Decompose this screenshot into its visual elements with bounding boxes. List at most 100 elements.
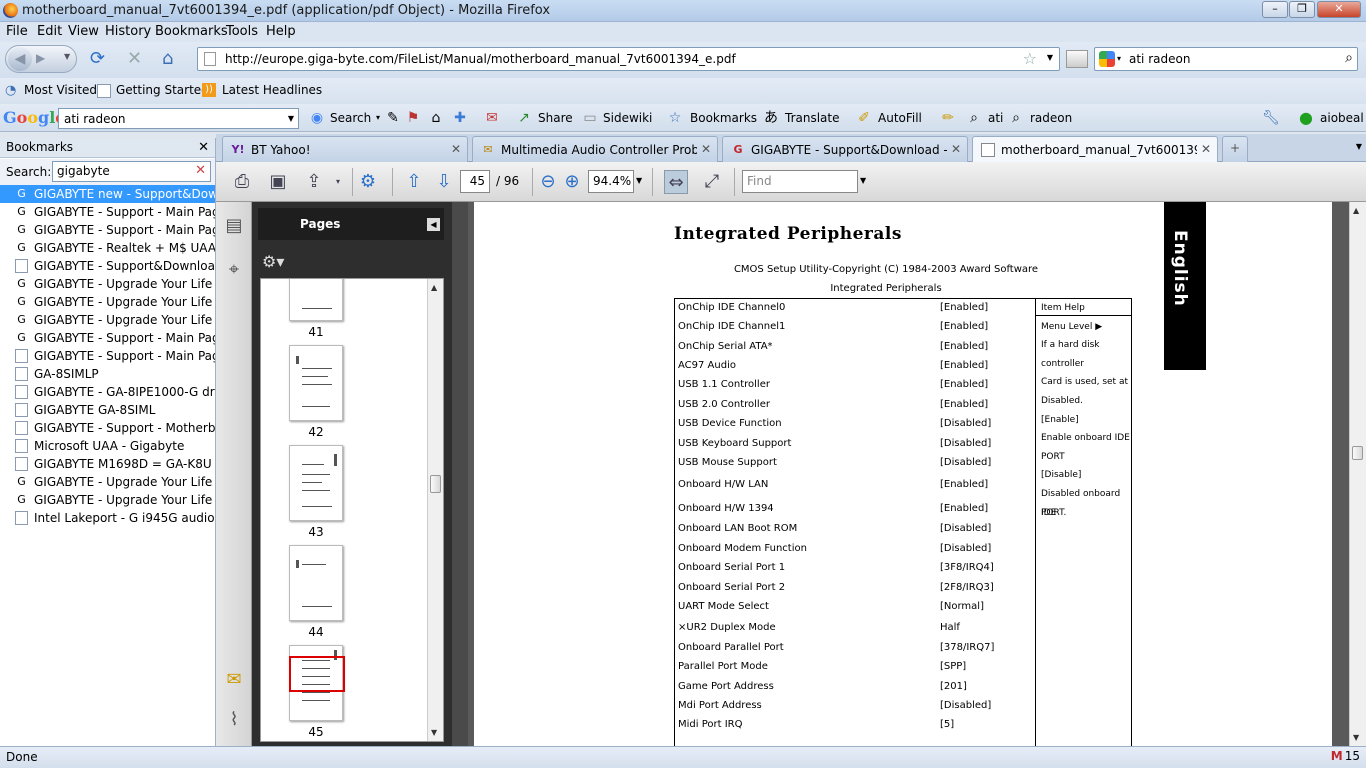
menu-file[interactable]: File (6, 24, 28, 39)
close-tab-icon[interactable]: ✕ (451, 142, 461, 156)
pagerank-icon[interactable]: ⚑ (405, 110, 421, 126)
tab-motherboard-manual[interactable]: motherboard_manual_7vt600139... ✕ (972, 136, 1218, 163)
bookmark-item[interactable]: GIGABYTE - Support - Main Page (0, 347, 215, 365)
account-name[interactable]: aiobeal (1320, 111, 1364, 125)
minimize-button[interactable]: – (1262, 1, 1288, 18)
reload-icon[interactable]: ⟳ (90, 50, 105, 68)
zoom-input[interactable]: 94.4% (588, 170, 634, 193)
bookmark-most-visited[interactable]: Most Visited (24, 83, 97, 97)
sidebar-search-input[interactable]: gigabyte ✕ (52, 161, 211, 182)
save-icon[interactable]: ▣ (266, 170, 290, 194)
feed-button-icon[interactable] (1066, 50, 1088, 68)
share-dropdown-icon[interactable]: ▾ (326, 170, 350, 194)
maximize-button[interactable]: ❐ (1289, 1, 1315, 18)
bookmark-item[interactable]: G GIGABYTE - Realtek + M$ UAA (0, 239, 215, 257)
share-icon[interactable]: ↗ (516, 110, 532, 126)
scroll-down-icon[interactable]: ▼ (1353, 733, 1359, 742)
find-dropdown-icon[interactable]: ▼ (860, 176, 866, 185)
tab-bt-yahoo[interactable]: Y! BT Yahoo! ✕ (222, 136, 468, 162)
new-tab-button[interactable]: + (1222, 136, 1248, 162)
find-radeon-button[interactable]: radeon (1030, 111, 1072, 125)
find-ati-icon[interactable]: ⌕ (966, 110, 982, 126)
bookmark-item[interactable]: GIGABYTE GA-8SIML (0, 401, 215, 419)
highlight-icon[interactable]: ✎ (385, 110, 401, 126)
fit-page-icon[interactable]: ⤢ (700, 170, 724, 194)
stop-icon[interactable]: ✕ (127, 50, 142, 68)
back-button[interactable]: ◀ (8, 47, 32, 71)
url-bar[interactable]: http://europe.giga-byte.com/FileList/Man… (197, 47, 1060, 71)
autofill-icon[interactable]: ✐ (856, 110, 872, 126)
history-dropdown-icon[interactable]: ▼ (64, 52, 70, 61)
bookmark-item[interactable]: Intel Lakeport - G i945G audio fr... (0, 509, 215, 527)
clear-search-icon[interactable]: ✕ (195, 163, 206, 178)
sidewiki-icon[interactable]: ▭ (582, 110, 598, 126)
close-tab-icon[interactable]: ✕ (951, 142, 961, 156)
plus-icon[interactable]: ✚ (452, 110, 468, 126)
pencil-icon[interactable]: ✏ (940, 110, 956, 126)
google-search-button[interactable]: Search (330, 111, 371, 125)
forward-button[interactable]: ▶ (36, 51, 45, 65)
collaborate-icon[interactable]: ⚙ (356, 170, 380, 194)
bookmark-getting-started[interactable]: Getting Started (116, 83, 209, 97)
share-button[interactable]: Share (538, 111, 573, 125)
menu-tools[interactable]: Tools (226, 24, 258, 39)
bookmark-latest-headlines[interactable]: Latest Headlines (222, 83, 322, 97)
share-file-icon[interactable]: ⇪ (302, 170, 326, 194)
translate-button[interactable]: Translate (785, 111, 840, 125)
fit-width-icon[interactable]: ⇔ (664, 170, 688, 194)
scrollbar-thumb[interactable] (1352, 446, 1363, 460)
web-search-box[interactable]: ▾ ati radeon ⌕ (1094, 47, 1358, 71)
tab-list-dropdown-icon[interactable]: ▼ (1356, 142, 1362, 151)
url-dropdown-icon[interactable]: ▼ (1047, 53, 1053, 62)
previous-page-icon[interactable]: ⇧ (402, 170, 426, 194)
bookmark-item[interactable]: GA-8SIMLP (0, 365, 215, 383)
tab-multimedia-audio[interactable]: ✉ Multimedia Audio Controller Proble... … (472, 136, 718, 162)
menu-help[interactable]: Help (266, 24, 296, 39)
menu-bookmarks[interactable]: Bookmarks (155, 24, 228, 39)
gmail-notifier[interactable]: M 15 (1331, 749, 1360, 763)
close-button[interactable]: ✕ (1317, 1, 1361, 18)
binoculars-icon[interactable]: ⌖ (222, 258, 246, 282)
bookmark-item[interactable]: G GIGABYTE - Support - Main Page (0, 221, 215, 239)
translate-icon[interactable]: あ (763, 110, 779, 126)
collapse-panel-icon[interactable]: ◀ (427, 218, 440, 231)
comments-icon[interactable]: ✉ (222, 668, 246, 692)
bookmark-item[interactable]: GIGABYTE M1698D = GA-K8U (0, 455, 215, 473)
bookmark-star-icon[interactable]: ☆ (1023, 49, 1037, 68)
zoom-dropdown-icon[interactable]: ▼ (636, 176, 642, 185)
thumbnail-scrollbar[interactable]: ▲ ▼ (427, 279, 443, 741)
bookmark-item[interactable]: G GIGABYTE - Upgrade Your Life (0, 491, 215, 509)
search-icon[interactable]: ⌕ (1345, 50, 1353, 66)
tab-gigabyte-support[interactable]: G GIGABYTE - Support&Download - ... ✕ (722, 136, 968, 162)
scroll-down-icon[interactable]: ▼ (431, 728, 437, 737)
wrench-icon[interactable]: 🔧︎ (1262, 110, 1280, 126)
find-ati-button[interactable]: ati (988, 111, 1003, 125)
next-page-icon[interactable]: ⇩ (432, 170, 456, 194)
scroll-up-icon[interactable]: ▲ (1353, 206, 1359, 215)
print-icon[interactable]: ⎙ (230, 170, 254, 194)
attachments-icon[interactable]: ⌇ (222, 708, 246, 732)
document-scrollbar[interactable]: ▲ ▼ (1349, 202, 1366, 746)
find-input[interactable]: Find (742, 170, 858, 193)
bookmark-item[interactable]: G GIGABYTE - Upgrade Your Life (0, 293, 215, 311)
search-dropdown-icon[interactable]: ▾ (370, 110, 386, 126)
engine-dropdown-icon[interactable]: ▾ (1117, 54, 1121, 63)
scrollbar-thumb[interactable] (430, 475, 441, 493)
scroll-up-icon[interactable]: ▲ (431, 283, 437, 292)
menu-history[interactable]: History (105, 24, 151, 39)
bookmark-item[interactable]: GIGABYTE - GA-8IPE1000-G driv... (0, 383, 215, 401)
page-thumbnail[interactable] (289, 345, 343, 421)
bookmark-item[interactable]: GIGABYTE - Support&Download... (0, 257, 215, 275)
pages-icon[interactable]: ▤ (222, 214, 246, 238)
bookmarks-star-icon[interactable]: ☆ (667, 110, 683, 126)
close-tab-icon[interactable]: ✕ (701, 142, 711, 156)
options-gear-icon[interactable]: ⚙▾ (262, 252, 284, 271)
zoom-out-icon[interactable]: ⊖ (536, 170, 560, 194)
bookmark-item[interactable]: G GIGABYTE - Upgrade Your Life (0, 311, 215, 329)
page-thumbnail[interactable] (289, 279, 343, 321)
google-bookmarks-button[interactable]: Bookmarks (690, 111, 757, 125)
home-icon[interactable]: ⌂ (162, 50, 173, 68)
close-tab-icon[interactable]: ✕ (1201, 142, 1211, 156)
bookmark-item[interactable]: Microsoft UAA - Gigabyte (0, 437, 215, 455)
bookmark-item[interactable]: G GIGABYTE new - Support&Dow... (0, 185, 215, 203)
